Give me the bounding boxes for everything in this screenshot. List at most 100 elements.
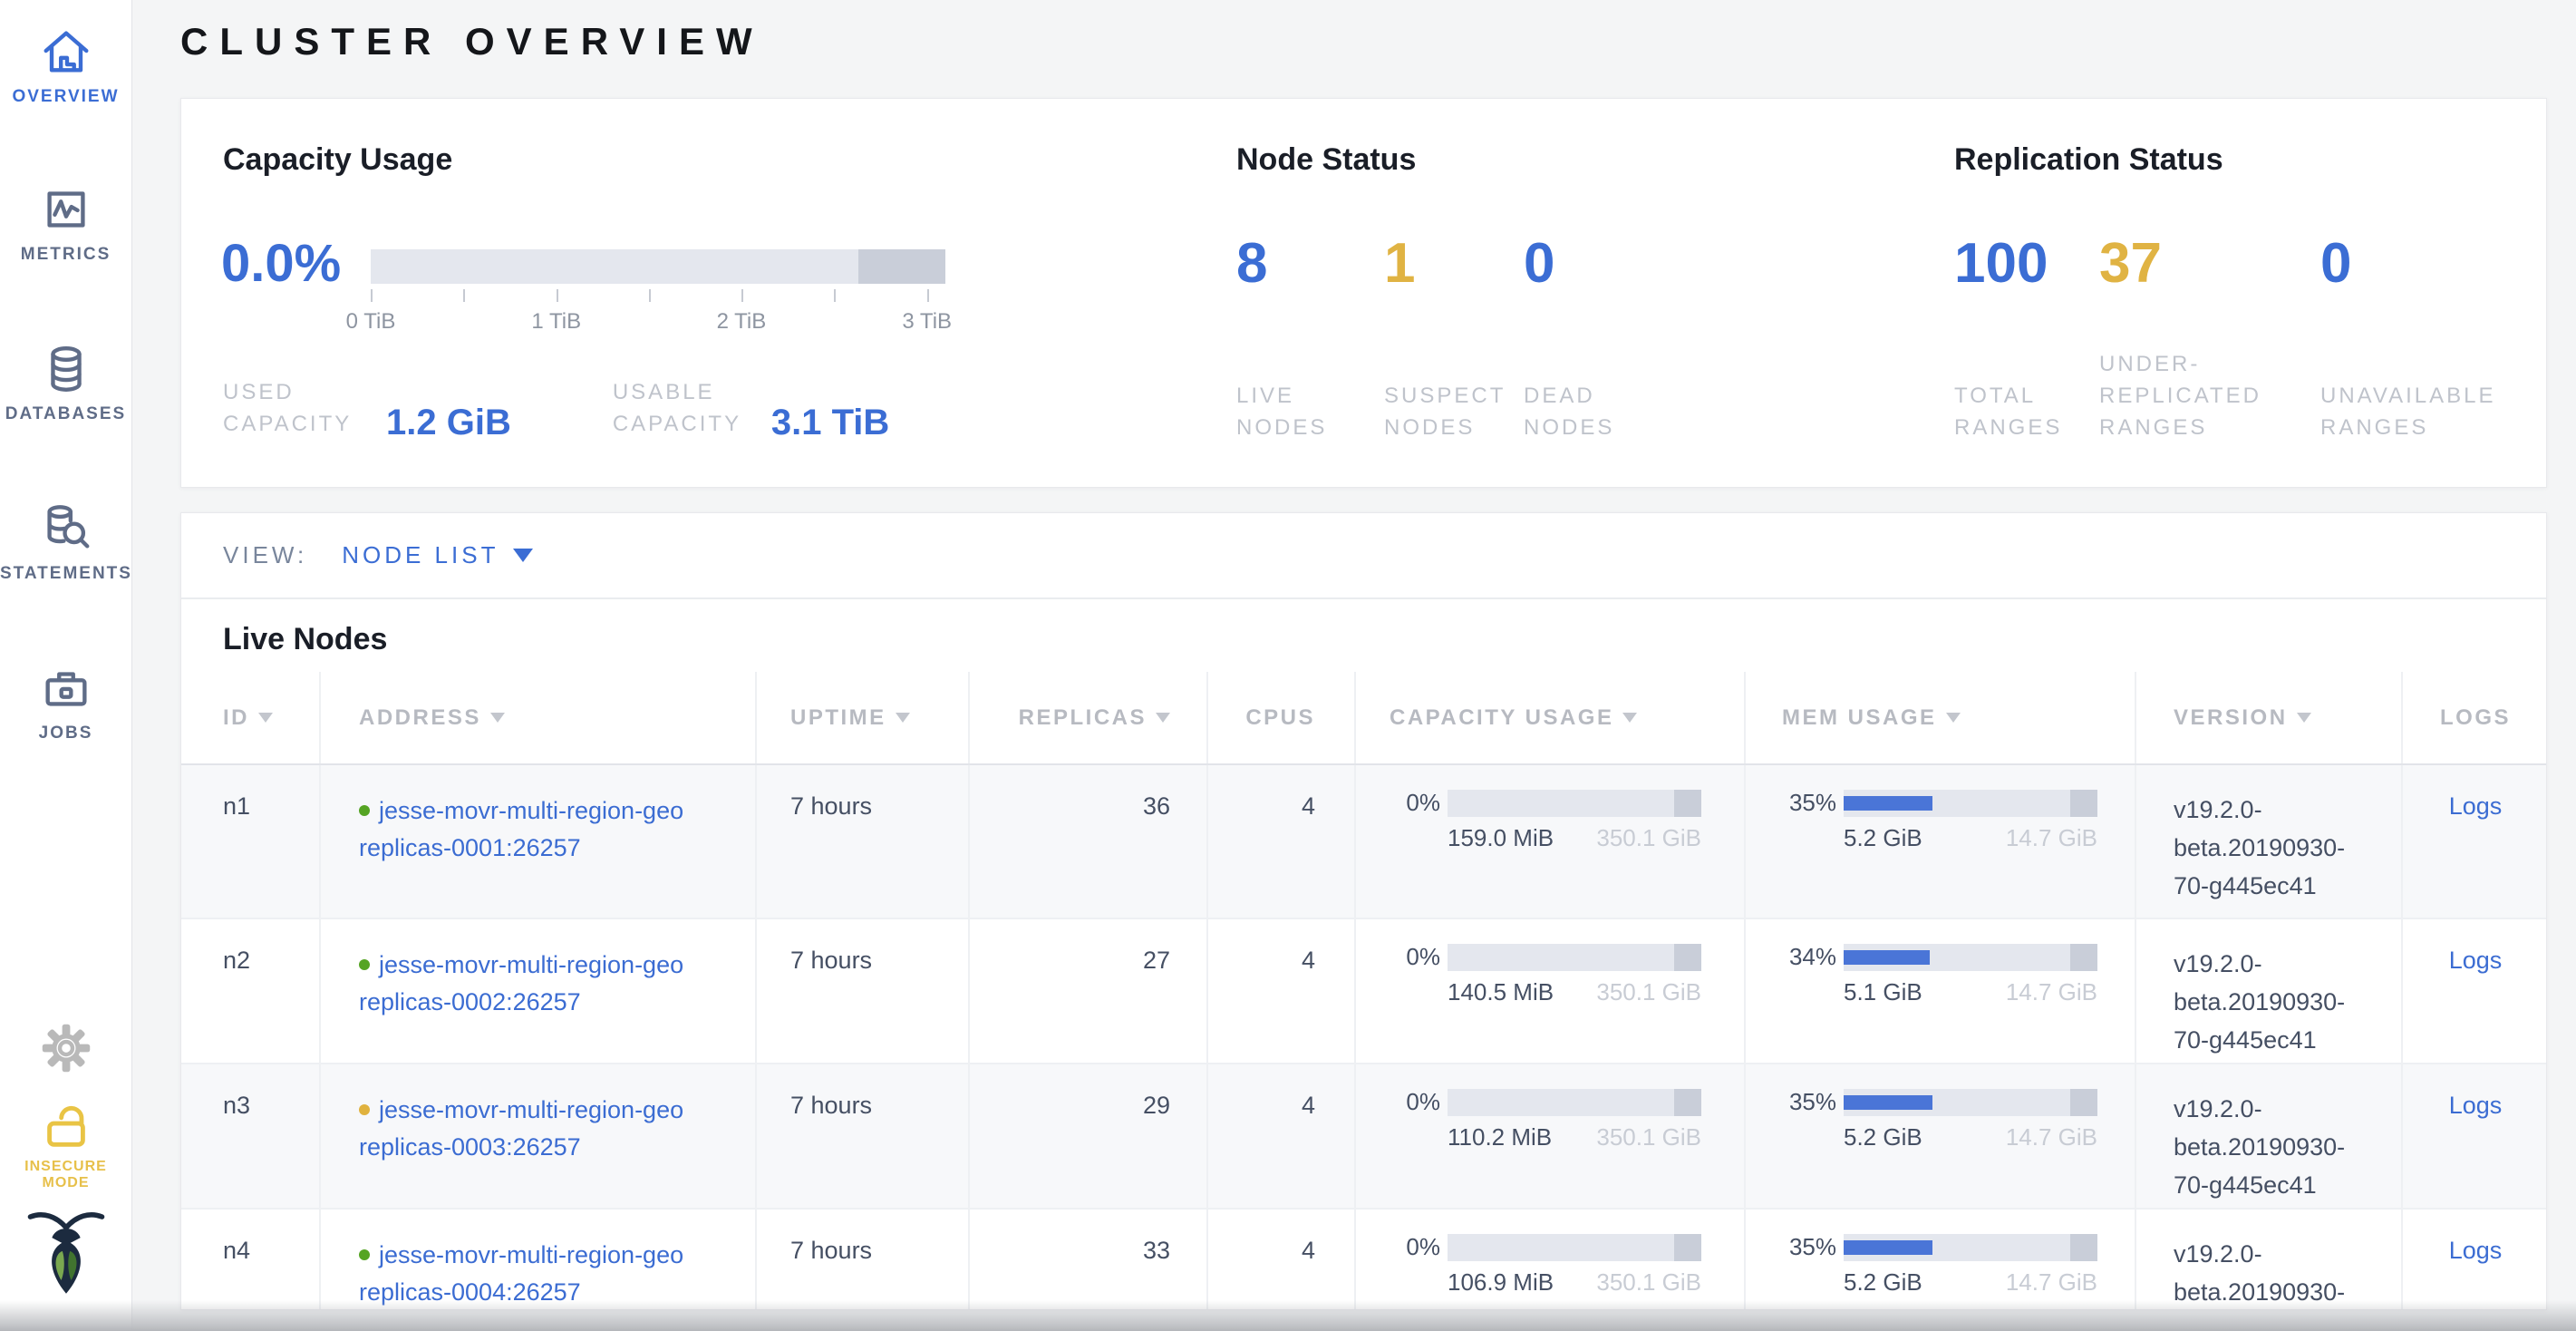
table-row: n2 jesse-movr-multi-region-geo​replicas-0… xyxy=(181,919,2546,1064)
meter-bar xyxy=(1448,1089,1701,1116)
meter-used-value: 5.2 GiB xyxy=(1844,1123,1922,1151)
version-cell: v19.2.0-beta.20190930-70-g445ec41 xyxy=(2136,765,2403,918)
meter-percent-label: 35% xyxy=(1782,1088,1836,1116)
sidebar-item-metrics[interactable]: METRICS xyxy=(0,181,131,265)
sidebar-item-databases[interactable]: DATABASES xyxy=(0,341,131,424)
gauge-tick-label: 2 TiB xyxy=(717,309,767,335)
node-address-link[interactable]: jesse-movr-multi-region-geo​replicas-000… xyxy=(359,1241,683,1306)
column-header-label: UPTIME xyxy=(790,705,886,731)
column-header-capacity-usage[interactable]: CAPACITY USAGE xyxy=(1356,672,1746,763)
capacity-usage-cell: 0% 110.2 MiB350.1 GiB xyxy=(1356,1064,1746,1208)
gauge-tick xyxy=(371,289,373,302)
stat-label: LIVE NODES xyxy=(1236,380,1372,443)
stat-value: 8 xyxy=(1236,235,1372,293)
view-dropdown[interactable]: NODE LIST xyxy=(342,541,533,569)
node-id-cell: n2 xyxy=(181,919,321,1063)
meter-total-value: 350.1 GiB xyxy=(1596,978,1701,1006)
meter-row: 35% xyxy=(1782,1088,2135,1116)
capacity-usage-cell: 0% 159.0 MiB350.1 GiB xyxy=(1356,765,1746,918)
usable-capacity-label: USABLE CAPACITY xyxy=(613,376,762,440)
node-address-link[interactable]: jesse-movr-multi-region-geo​replicas-000… xyxy=(359,1096,683,1161)
uptime-cell: 7 hours xyxy=(757,919,970,1063)
gauge-tick-label: 3 TiB xyxy=(902,309,952,335)
live-status-dot xyxy=(359,959,370,970)
sort-desc-icon xyxy=(2297,713,2311,723)
logs-link[interactable]: Logs xyxy=(2449,792,2503,820)
column-header-address[interactable]: ADDRESS xyxy=(321,672,757,763)
stat-label: DEAD NODES xyxy=(1524,380,1660,443)
replication-stat-under-replicated-ranges: 37UNDER-REPLICATED RANGES xyxy=(2099,235,2290,443)
meter-bar xyxy=(1844,1234,2097,1261)
logs-cell: Logs xyxy=(2403,919,2547,1063)
column-header-label: ID xyxy=(223,705,249,731)
column-header-label: CAPACITY USAGE xyxy=(1390,705,1613,731)
stat-value: 1 xyxy=(1384,235,1520,293)
meter-bar xyxy=(1448,1234,1701,1261)
meter-percent-label: 0% xyxy=(1390,1088,1440,1116)
uptime-cell: 7 hours xyxy=(757,1210,970,1310)
insecure-mode-indicator[interactable]: INSECURE MODE xyxy=(0,1097,131,1191)
cpus-cell: 4 xyxy=(1208,1064,1356,1208)
stat-value: 100 xyxy=(1954,235,2090,293)
open-lock-icon xyxy=(0,1097,131,1153)
usable-capacity-value: 3.1 TiB xyxy=(771,403,889,442)
sidebar-item-overview[interactable]: OVERVIEW xyxy=(0,24,131,107)
column-header-label: MEM USAGE xyxy=(1782,705,1937,731)
meter-labels: 110.2 MiB350.1 GiB xyxy=(1448,1123,1701,1151)
column-header-uptime[interactable]: UPTIME xyxy=(757,672,970,763)
meter-reserved-segment xyxy=(2070,1089,2097,1116)
meter-percent-label: 35% xyxy=(1782,789,1836,817)
node-stat-suspect-nodes: 1SUSPECT NODES xyxy=(1384,235,1520,443)
node-id-cell: n1 xyxy=(181,765,321,918)
column-header-replicas[interactable]: REPLICAS xyxy=(970,672,1208,763)
stat-label: TOTAL RANGES xyxy=(1954,380,2090,443)
node-address-cell: jesse-movr-multi-region-geo​replicas-000… xyxy=(321,1210,757,1310)
replication-stat-unavailable-ranges: 0UNAVAILABLE RANGES xyxy=(2320,235,2547,443)
node-address-link[interactable]: jesse-movr-multi-region-geo​replicas-000… xyxy=(359,797,683,861)
meter-row: 0% xyxy=(1390,789,1744,817)
cockroachdb-logo xyxy=(0,1199,131,1305)
meter-reserved-segment xyxy=(2070,790,2097,817)
column-header-version[interactable]: VERSION xyxy=(2136,672,2403,763)
meter-used-value: 140.5 MiB xyxy=(1448,978,1554,1006)
table-body: n1 jesse-movr-multi-region-geo​replicas-0… xyxy=(181,765,2546,1310)
meter-reserved-segment xyxy=(2070,944,2097,971)
meter-used-value: 5.1 GiB xyxy=(1844,978,1922,1006)
mem-usage-cell: 34%5.1 GiB14.7 GiB xyxy=(1746,919,2136,1063)
replicas-cell: 29 xyxy=(970,1064,1208,1208)
meter-total-value: 14.7 GiB xyxy=(2006,824,2097,852)
meter-percent-label: 0% xyxy=(1390,789,1440,817)
sort-desc-icon xyxy=(258,713,273,723)
used-capacity-value: 1.2 GiB xyxy=(386,403,511,442)
column-header-label: REPLICAS xyxy=(1019,705,1147,731)
logs-link[interactable]: Logs xyxy=(2449,947,2503,974)
usable-capacity-stat: USABLE CAPACITY 3.1 TiB xyxy=(613,376,889,440)
node-id-cell: n4 xyxy=(181,1210,321,1310)
meter-labels: 5.2 GiB14.7 GiB xyxy=(1844,1268,2097,1297)
meter-labels: 159.0 MiB350.1 GiB xyxy=(1448,824,1701,852)
mem-usage-cell: 35%5.2 GiB14.7 GiB xyxy=(1746,1064,2136,1208)
cpus-cell: 4 xyxy=(1208,1210,1356,1310)
meter-used-value: 106.9 MiB xyxy=(1448,1268,1554,1297)
gauge-tick xyxy=(741,289,743,302)
cpus-cell: 4 xyxy=(1208,765,1356,918)
gear-icon xyxy=(0,1023,131,1074)
settings-gear-button[interactable] xyxy=(0,1023,131,1074)
column-header-mem-usage[interactable]: MEM USAGE xyxy=(1746,672,2136,763)
sidebar-item-statements[interactable]: STATEMENTS xyxy=(0,500,131,584)
meter-fill xyxy=(1844,1095,1932,1110)
mem-usage-cell: 35%5.2 GiB14.7 GiB xyxy=(1746,765,2136,918)
logs-link[interactable]: Logs xyxy=(2449,1092,2503,1119)
column-header-id[interactable]: ID xyxy=(181,672,321,763)
column-header-label: LOGS xyxy=(2440,705,2511,731)
meter-fill xyxy=(1844,796,1932,811)
sort-desc-icon xyxy=(1946,713,1961,723)
meter-used-value: 159.0 MiB xyxy=(1448,824,1554,852)
node-address-link[interactable]: jesse-movr-multi-region-geo​replicas-000… xyxy=(359,951,683,1015)
sidebar-item-jobs[interactable]: JOBS xyxy=(0,660,131,743)
meter-percent-label: 35% xyxy=(1782,1233,1836,1261)
logs-cell: Logs xyxy=(2403,765,2547,918)
suspect-status-dot xyxy=(359,1104,370,1115)
meter-reserved-segment xyxy=(1674,790,1701,817)
logs-link[interactable]: Logs xyxy=(2449,1237,2503,1264)
